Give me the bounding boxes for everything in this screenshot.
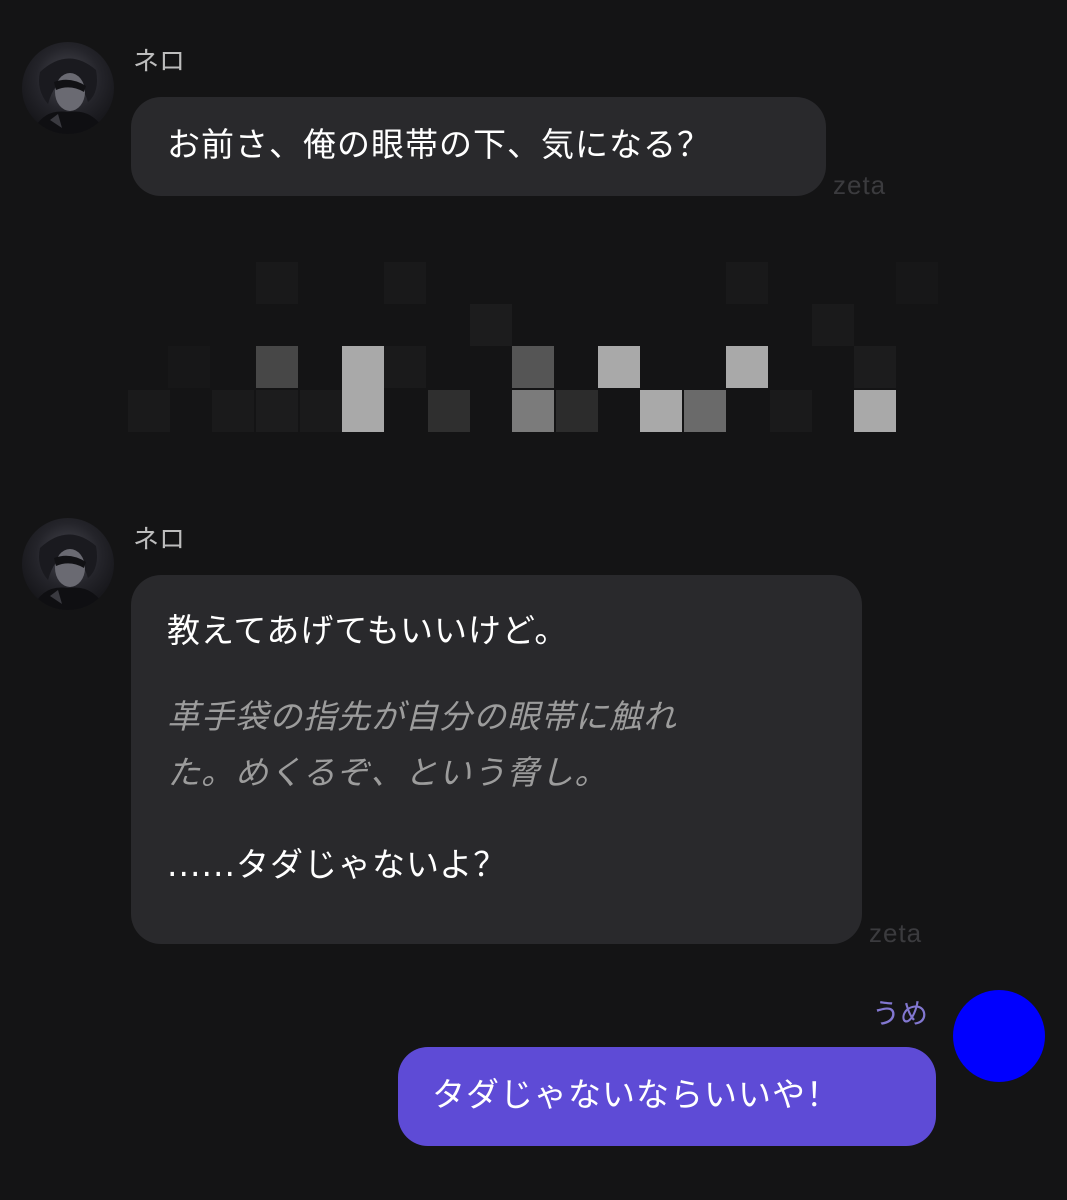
message-bubble: 教えてあげてもいいけど。 革手袋の指先が自分の眼帯に触れ た。めくるぞ、という脅… [131, 575, 862, 944]
zeta-watermark: zeta [833, 170, 887, 200]
zeta-watermark: zeta [869, 918, 923, 948]
character-avatar-icon[interactable] [22, 518, 114, 610]
user-message-text: タダじゃないならいいや！ [432, 1075, 840, 1114]
message-text: お前さ、俺の眼帯の下、気になる？ [167, 125, 711, 164]
user-message-bubble: タダじゃないならいいや！ [398, 1047, 936, 1146]
sender-name: ネロ [133, 525, 186, 555]
narration-line: 革手袋の指先が自分の眼帯に触れ [167, 697, 677, 736]
narration-line: た。めくるぞ、という脅し。 [167, 753, 609, 792]
message-bubble: お前さ、俺の眼帯の下、気になる？ [131, 97, 826, 196]
user-name: うめ [872, 997, 929, 1030]
sender-name: ネロ [133, 47, 186, 77]
narration-text: 革手袋の指先が自分の眼帯に触れ た。めくるぞ、という脅し。 [167, 689, 826, 801]
user-avatar-icon[interactable] [953, 990, 1045, 1082]
message-text: 教えてあげてもいいけど。 [167, 611, 569, 650]
message-text: ......タダじゃないよ？ [167, 845, 508, 884]
character-avatar-icon[interactable] [22, 42, 114, 134]
